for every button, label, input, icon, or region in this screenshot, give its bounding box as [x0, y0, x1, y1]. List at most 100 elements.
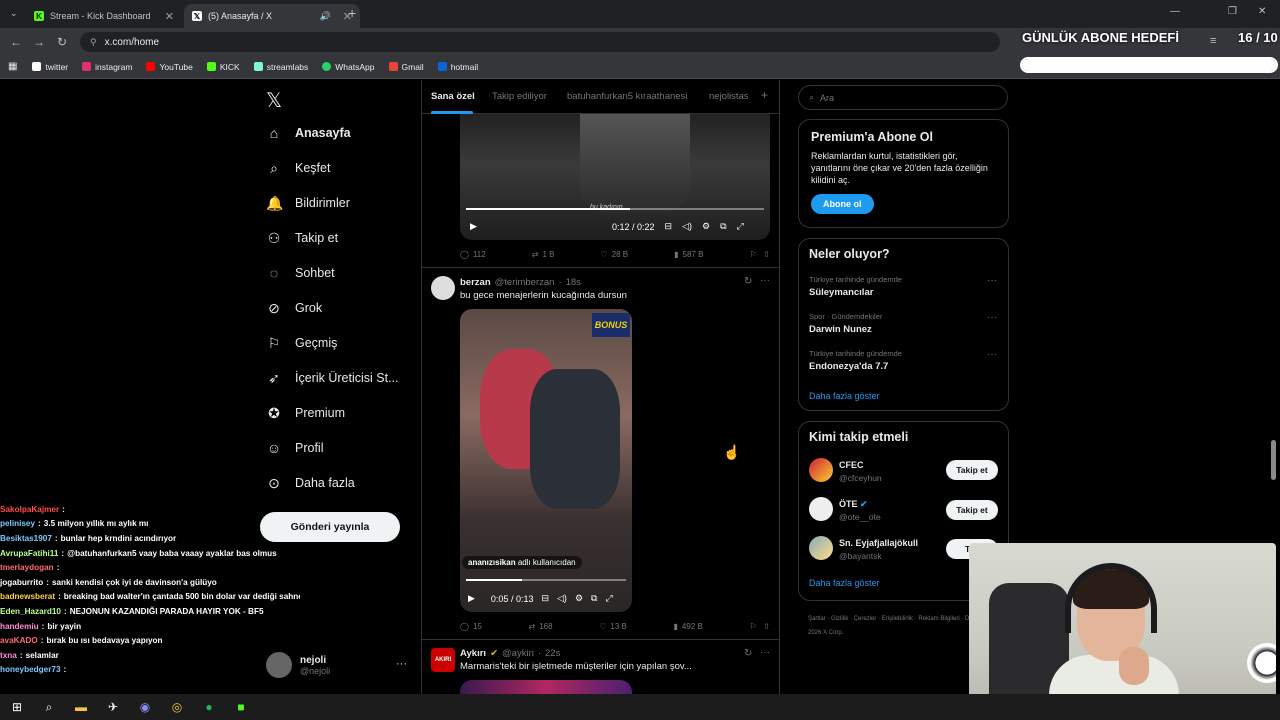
url-input[interactable]: ⚲ x.com/home [80, 32, 1000, 52]
volume-icon[interactable]: ◁) [557, 593, 567, 604]
bookmark-icon[interactable]: ⚐ ⇧ [749, 622, 770, 631]
media-controls-icon[interactable]: ≡ [1210, 35, 1216, 47]
bookmark-instagram[interactable]: instagram [77, 62, 137, 72]
more-dots-icon[interactable]: ··· [760, 275, 770, 286]
trend-item[interactable]: Spor · Gündemdekiler Darwin Nunez [809, 312, 882, 335]
chat-username[interactable]: handemiu [0, 622, 39, 631]
forward-arrow-icon[interactable]: → [33, 35, 45, 49]
tweet2-video[interactable]: BONUS ananızısikan adlı kullanıcıdan ▶ 0… [460, 309, 632, 612]
more-dots-icon[interactable]: ··· [987, 312, 997, 323]
follow-suggestion-name[interactable]: ÖTE ✔ [839, 499, 868, 510]
bookmark-whatsapp[interactable]: WhatsApp [317, 62, 379, 72]
chat-username[interactable]: Eden_Hazard10 [0, 607, 61, 616]
app-icon[interactable]: ✈ [104, 698, 122, 716]
tab-x-home[interactable]: 𝕏 (5) Anasayfa / X 🔊 ✕ [184, 4, 360, 28]
nav-item[interactable]: ⊙ Daha fazla [266, 470, 355, 496]
tweet-time[interactable]: 22s [545, 648, 560, 659]
tab-for-you[interactable]: Sana özel [431, 91, 475, 102]
nav-item[interactable]: ⊘ Grok [266, 295, 322, 321]
bookmark-twitter[interactable]: twitter [27, 62, 73, 72]
grok-icon[interactable]: ↻ [744, 648, 752, 659]
window-close-icon[interactable]: ✕ [1258, 6, 1266, 17]
follow-button[interactable]: Takip et [946, 460, 998, 480]
nav-item[interactable]: 🔔 Bildirimler [266, 190, 350, 216]
avatar[interactable] [809, 497, 833, 521]
reload-icon[interactable]: ↻ [57, 35, 67, 49]
avatar[interactable] [809, 458, 833, 482]
reply-button[interactable]: ◯ 15 [460, 622, 482, 631]
add-tab-plus-icon[interactable]: + [761, 88, 768, 102]
chat-username[interactable]: txna [0, 651, 17, 660]
like-button[interactable]: ♡ 28 B [600, 250, 628, 259]
tab-list-chevron-icon[interactable]: ⌄ [10, 8, 18, 19]
play-icon[interactable]: ▶ [470, 221, 477, 232]
tab-list-kiraathane[interactable]: batuhanfurkan5 kıraathanesi [567, 91, 687, 102]
more-dots-icon[interactable]: ··· [987, 349, 997, 360]
nav-item[interactable]: ◌ Sohbet [266, 260, 335, 286]
kick-app-icon[interactable]: ■ [232, 698, 250, 716]
speaker-icon[interactable]: 🔊 [320, 11, 331, 22]
play-icon[interactable]: ▶ [468, 593, 475, 604]
bookmark-hotmail[interactable]: hotmail [433, 62, 483, 72]
author-handle[interactable]: @aykiri [502, 648, 534, 659]
more-dots-icon[interactable]: ··· [396, 658, 407, 670]
trend-item[interactable]: Türkiye tarihinde gündemde Süleymancılar [809, 275, 902, 298]
chat-username[interactable]: tmerlaydogan [0, 563, 54, 572]
chat-username[interactable]: AvrupaFatihi11 [0, 549, 58, 558]
repost-button[interactable]: ⇄ 1 B [532, 250, 555, 259]
grok-icon[interactable]: ↻ [744, 276, 752, 287]
close-icon[interactable]: ✕ [165, 10, 174, 23]
subscribe-button[interactable]: Abone ol [811, 194, 874, 214]
nav-item[interactable]: ✪ Premium [266, 400, 345, 426]
show-more-link[interactable]: Daha fazla göster [809, 391, 880, 401]
avatar[interactable] [809, 536, 833, 560]
chrome-icon[interactable]: ◎ [168, 698, 186, 716]
tweet-time[interactable]: 18s [566, 277, 581, 288]
author-name[interactable]: berzan [460, 277, 491, 288]
chat-username[interactable]: avaKADO [0, 636, 38, 645]
tweet3-media[interactable] [460, 680, 632, 694]
author-handle[interactable]: @terimberzan [495, 277, 555, 288]
video-progress-bar[interactable] [466, 208, 764, 210]
tweet1-video[interactable]: bu kadının ▶ 0:12 / 0:22 ⊟ ◁) ⚙ ⧉ ⤢ [460, 114, 770, 240]
bookmark-youtube[interactable]: YouTube [141, 62, 197, 72]
repost-button[interactable]: ⇄ 168 [529, 622, 553, 631]
views-button[interactable]: ▮ 587 B [674, 250, 703, 259]
settings-gear-icon[interactable]: ⚙ [702, 221, 710, 232]
nav-item[interactable]: ⚇ Takip et [266, 225, 338, 251]
follow-button[interactable]: Takip et [946, 500, 998, 520]
site-info-icon[interactable]: ⚲ [90, 37, 97, 48]
chat-username[interactable]: badnewsberat [0, 592, 55, 601]
search-icon[interactable]: ⌕ [40, 698, 58, 716]
captions-icon[interactable]: ⊟ [665, 221, 673, 232]
pip-icon[interactable]: ⧉ [591, 593, 597, 604]
follow-suggestion-name[interactable]: CFEC [839, 460, 864, 470]
video-progress-bar[interactable] [466, 579, 626, 581]
trend-item[interactable]: Türkiye tarihinde gündemde Endonezya'da … [809, 349, 902, 372]
follow-suggestion-name[interactable]: Sn. Eyjafjallajökull [839, 538, 918, 548]
tab-following[interactable]: Takip ediliyor [492, 91, 547, 102]
chat-username[interactable]: pelinisey [0, 519, 35, 528]
like-button[interactable]: ♡ 13 B [599, 622, 627, 631]
minimize-icon[interactable]: — [1170, 6, 1180, 17]
tab-kick-dashboard[interactable]: K Stream - Kick Dashboard ✕ [26, 4, 182, 28]
spotify-icon[interactable]: ● [200, 698, 218, 716]
nav-item[interactable]: ⚐ Geçmiş [266, 330, 338, 356]
chat-username[interactable]: SakolpaKajmer [0, 505, 59, 514]
discord-icon[interactable]: ◉ [136, 698, 154, 716]
views-button[interactable]: ▮ 492 B [673, 622, 702, 631]
chat-username[interactable]: Besiktas1907 [0, 534, 52, 543]
more-dots-icon[interactable]: ··· [760, 647, 770, 658]
x-logo-icon[interactable]: 𝕏 [266, 88, 282, 113]
bookmark-streamlabs[interactable]: streamlabs [249, 62, 314, 72]
more-dots-icon[interactable]: ··· [987, 275, 997, 286]
restore-icon[interactable]: ❐ [1228, 6, 1237, 17]
fullscreen-icon[interactable]: ⤢ [737, 221, 744, 232]
avatar[interactable] [431, 276, 455, 300]
avatar[interactable]: AKIRI [431, 648, 455, 672]
search-input[interactable]: ⌕ Ara [798, 85, 1008, 110]
file-explorer-icon[interactable]: ▬ [72, 698, 90, 716]
nav-item[interactable]: ➶ İçerik Üreticisi St... [266, 365, 398, 391]
bookmark-gmail[interactable]: Gmail [384, 62, 429, 72]
fullscreen-icon[interactable]: ⤢ [605, 593, 612, 604]
